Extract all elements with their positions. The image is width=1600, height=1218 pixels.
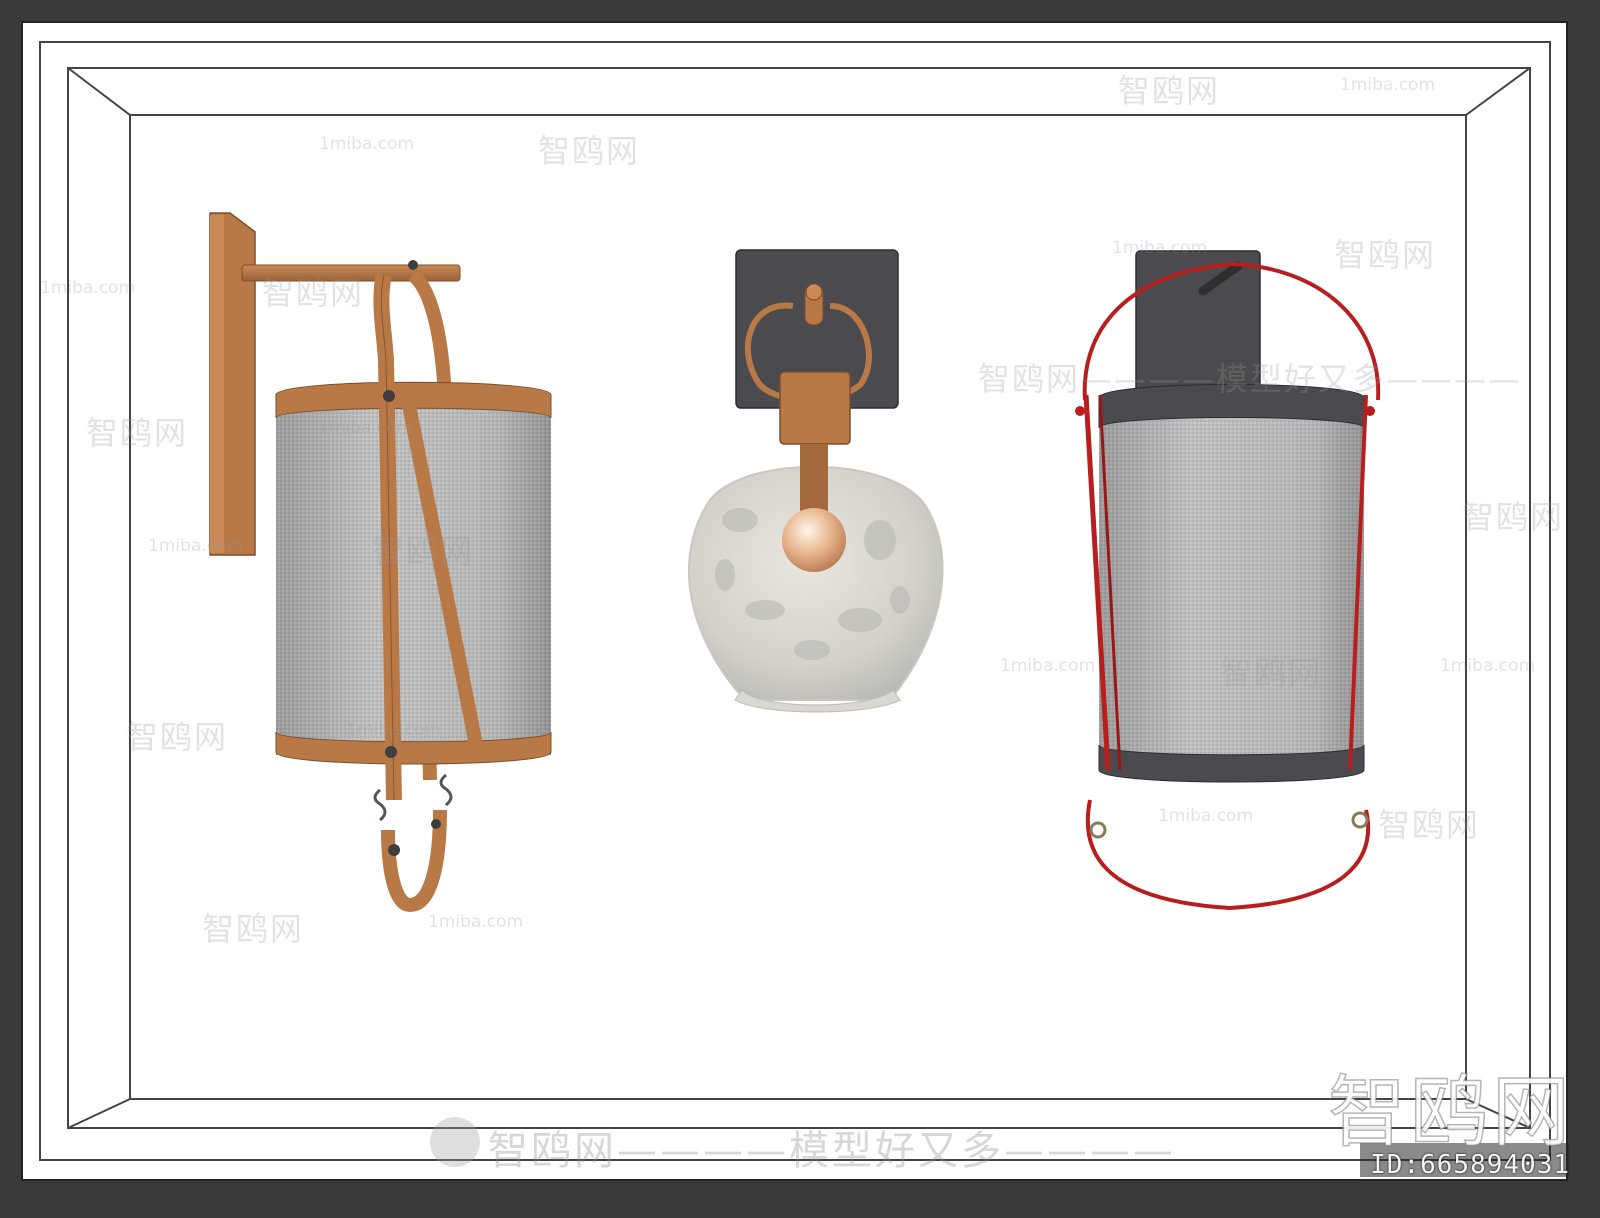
watermark-logo-icon xyxy=(430,1117,480,1167)
render-scene xyxy=(0,0,1600,1218)
model-id-label: ID:665894031 xyxy=(1370,1150,1570,1180)
viewport: 1miba.com 智鸥网 智鸥网 1miba.com 1miba.com 智鸥… xyxy=(0,0,1600,1218)
